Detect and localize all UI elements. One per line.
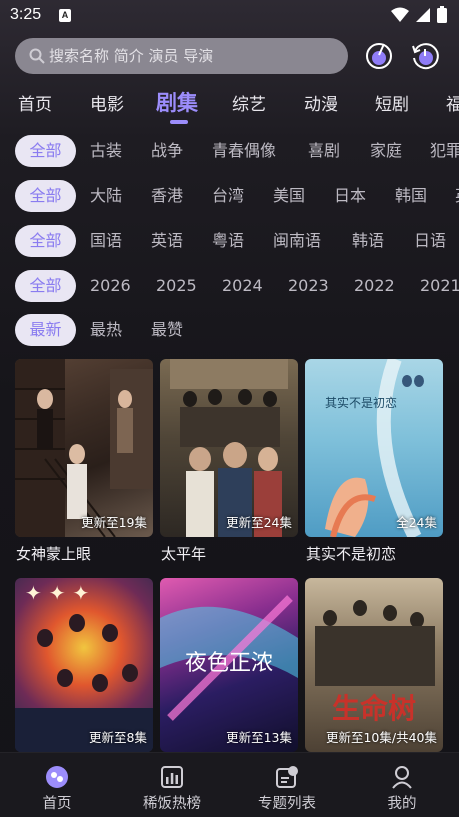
chip-year[interactable]: 2022 [354,270,395,302]
episode-badge: 更新至13集 [226,730,292,745]
tab-home-label: 首页 [42,796,72,812]
chip-genre[interactable]: 喜剧 [308,135,340,167]
chip-region-all[interactable]: 全部 [15,180,76,212]
poster-image: ✦ ✦ ✦ 更新至8集 [15,578,153,752]
status-time: 3:25 [10,6,42,23]
chip-genre[interactable]: 战争 [151,135,183,167]
filter-genre: 全部 古装 战争 青春偶像 喜剧 家庭 犯罪 [0,135,459,169]
chip-language[interactable]: 英语 [151,225,183,257]
chip-region[interactable]: 大陆 [90,180,122,212]
battery-icon [437,6,447,23]
tab-profile[interactable]: 我的 [352,765,452,813]
poster-title-art: 夜色正浓 [185,651,273,676]
tab-topics-label: 专题列表 [258,796,316,812]
video-card[interactable]: 更新至19集 女神蒙上眼 [15,359,153,569]
chip-genre[interactable]: 古装 [90,135,122,167]
chip-language-all[interactable]: 全部 [15,225,76,257]
chip-language[interactable]: 韩语 [352,225,384,257]
chip-genre[interactable]: 犯罪 [430,135,459,167]
download-icon[interactable] [364,41,394,71]
poster-title-art: 其实不是初恋 [325,395,397,410]
nav-active-indicator [170,120,188,124]
chip-year[interactable]: 2023 [288,270,329,302]
episode-badge: 更新至10集/共40集 [325,730,437,745]
chip-language[interactable]: 日语 [414,225,446,257]
card-title: 其实不是初恋 [306,545,397,563]
chip-sort-most-liked[interactable]: 最赞 [151,314,183,346]
notification-icon: A [59,9,71,22]
chart-icon [161,766,183,788]
svg-text:✦ ✦ ✦: ✦ ✦ ✦ [25,581,89,605]
poster-title-art: 生命树 [332,692,416,725]
chip-genre[interactable]: 青春偶像 [212,135,276,167]
filter-sort: 最新 最热 最赞 [0,314,459,348]
search-bar[interactable] [15,38,348,74]
nav-welfare[interactable]: 福 [446,90,459,115]
tab-home[interactable]: 首页 [7,765,107,813]
status-icons [391,6,447,23]
topic-list-icon [276,766,298,788]
search-icon [29,48,45,64]
chip-region[interactable]: 日本 [334,180,366,212]
chip-year-all[interactable]: 全部 [15,270,76,302]
chip-year[interactable]: 2021 [420,270,459,302]
nav-short[interactable]: 短剧 [375,90,409,115]
tab-profile-label: 我的 [387,796,417,812]
chip-language[interactable]: 粤语 [212,225,244,257]
video-card[interactable]: 更新至24集 太平年 [160,359,298,569]
tab-hot-list[interactable]: 稀饭热榜 [122,765,222,813]
tab-topics[interactable]: 专题列表 [237,765,337,813]
chip-year[interactable]: 2026 [90,270,131,302]
video-card[interactable]: 夜色正浓 更新至13集 [160,578,298,752]
filter-year: 全部 2026 2025 2024 2023 2022 2021 [0,270,459,304]
chip-language[interactable]: 闽南语 [273,225,321,257]
bottom-nav: 首页 稀饭热榜 专题列表 我的 [0,752,459,817]
home-icon [46,766,68,788]
chip-year[interactable]: 2025 [156,270,197,302]
video-card[interactable]: 其实不是初恋 全24集 其实不是初恋 [305,359,443,569]
card-title: 女神蒙上眼 [16,545,92,563]
status-bar: 3:25 A [0,0,459,32]
chip-region[interactable]: 台湾 [212,180,244,212]
poster-image: 更新至19集 [15,359,153,537]
poster-image: 更新至24集 [160,359,298,537]
category-nav: 首页 电影 剧集 综艺 动漫 短剧 福 [0,86,459,122]
poster-image: 生命树 更新至10集/共40集 [305,578,443,752]
card-title: 太平年 [161,545,207,563]
chip-region[interactable]: 美国 [273,180,305,212]
filter-region: 全部 大陆 香港 台湾 美国 日本 韩国 英 [0,180,459,214]
nav-home[interactable]: 首页 [18,90,52,115]
signal-icon [416,7,430,22]
poster-image: 其实不是初恋 全24集 [305,359,443,537]
chip-region[interactable]: 英 [455,180,459,212]
poster-image: 夜色正浓 更新至13集 [160,578,298,752]
nav-variety[interactable]: 综艺 [232,90,266,115]
episode-badge: 更新至24集 [226,515,292,530]
episode-badge: 更新至19集 [81,515,147,530]
video-card[interactable]: 生命树 更新至10集/共40集 [305,578,443,752]
chip-region[interactable]: 韩国 [395,180,427,212]
tab-hot-list-label: 稀饭热榜 [143,796,201,812]
chip-region[interactable]: 香港 [151,180,183,212]
filter-language: 全部 国语 英语 粤语 闽南语 韩语 日语 [0,225,459,259]
chip-genre[interactable]: 家庭 [370,135,402,167]
video-card[interactable]: ✦ ✦ ✦ 更新至8集 [15,578,153,752]
episode-badge: 全24集 [396,515,437,530]
wifi-icon [391,7,409,22]
chip-genre-all[interactable]: 全部 [15,135,76,167]
nav-movie[interactable]: 电影 [90,90,124,115]
chip-sort-hottest[interactable]: 最热 [90,314,122,346]
chip-language[interactable]: 国语 [90,225,122,257]
profile-icon [392,766,412,789]
episode-badge: 更新至8集 [89,730,147,745]
search-input[interactable] [49,47,339,65]
chip-year[interactable]: 2024 [222,270,263,302]
nav-series[interactable]: 剧集 [156,87,198,117]
history-icon[interactable] [410,41,440,71]
chip-sort-latest[interactable]: 最新 [15,314,76,346]
nav-anime[interactable]: 动漫 [304,90,338,115]
